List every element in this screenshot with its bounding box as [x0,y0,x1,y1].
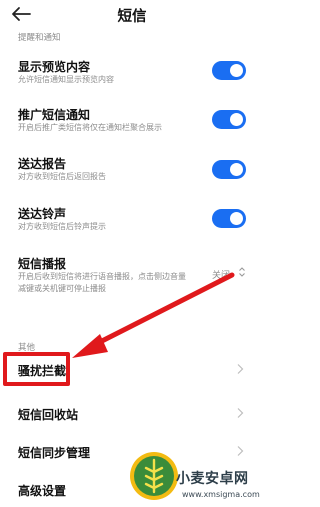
setting-title-delivery-tone: 送达铃声 [18,207,67,221]
setting-desc-delivery-report: 对方收到短信后返回报告 [18,172,106,181]
toggle-knob [230,64,243,77]
setting-desc-delivery-tone: 对方收到短信后铃声提示 [18,222,106,231]
toggle-delivery-report[interactable] [212,160,246,179]
annotation-highlight-box [3,352,70,386]
setting-title-delivery-report: 送达报告 [18,157,67,171]
menu-item-recycle-bin[interactable]: 短信回收站 [18,406,78,423]
chevron-right-icon [237,408,244,418]
toggle-knob [230,212,243,225]
toggle-knob [230,163,243,176]
chevron-right-icon [237,364,244,374]
setting-desc-promo: 开启后推广类短信将仅在通知栏聚合展示 [18,123,162,132]
toggle-promo[interactable] [212,110,246,129]
setting-title-broadcast: 短信播报 [18,257,67,271]
toggle-knob [230,113,243,126]
menu-item-sync-management[interactable]: 短信同步管理 [18,444,90,461]
setting-desc-broadcast-line2: 减键或关机键可停止播报 [18,284,106,293]
menu-item-advanced-settings[interactable]: 高级设置 [18,482,66,499]
watermark-brand: 小麦安卓网 [176,471,249,487]
watermark-url: www.xmsigma.com [182,490,260,499]
setting-desc-broadcast-line1: 开启后收到短信将进行语音播报，点击侧边音量 [18,272,186,281]
toggle-preview[interactable] [212,61,246,80]
toggle-delivery-tone[interactable] [212,209,246,228]
setting-title-preview: 显示预览内容 [18,60,91,74]
page-title: 短信 [117,9,147,25]
broadcast-value[interactable]: 关闭 [212,268,230,281]
section-label-notifications: 提醒和通知 [18,33,61,43]
setting-title-promo: 推广短信通知 [18,108,91,122]
updown-chevron-icon[interactable] [238,266,246,278]
setting-desc-preview: 允许短信通知显示预览内容 [18,75,114,84]
